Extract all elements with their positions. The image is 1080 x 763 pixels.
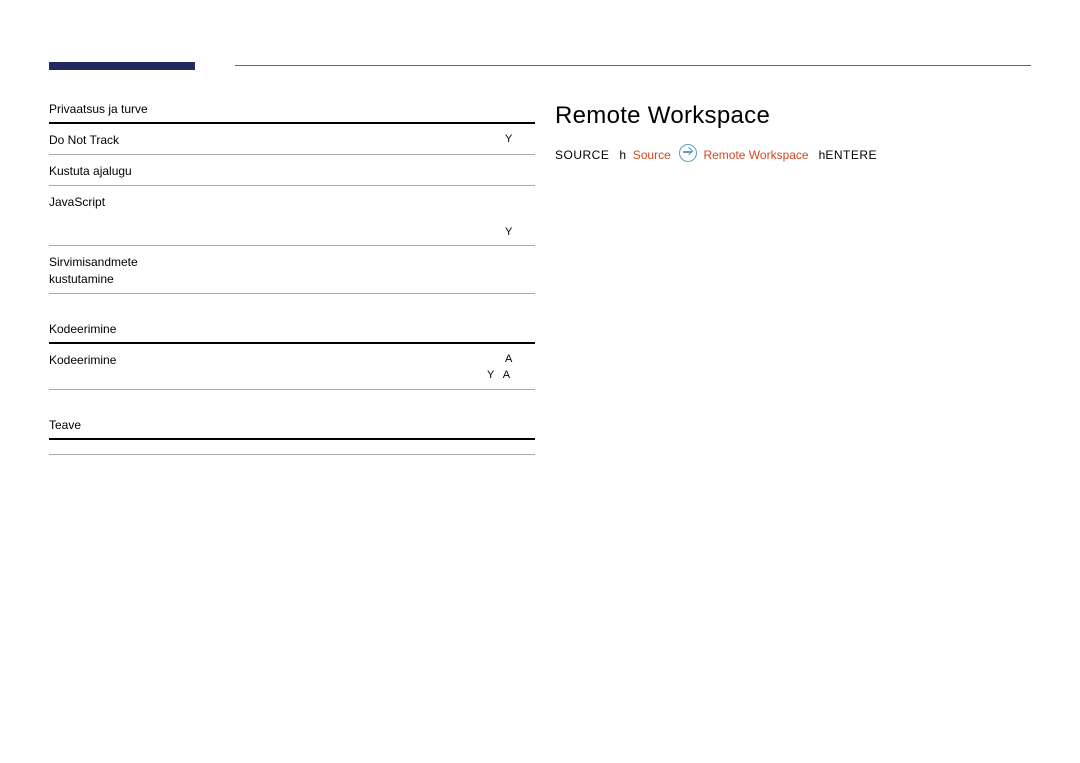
row-kodeerimine: Kodeerimine A Y A — [49, 344, 535, 390]
row-label: Kodeerimine — [49, 352, 227, 368]
row-value — [227, 194, 505, 210]
right-column: Remote Workspace SOURCE h Source Remote … — [555, 98, 1031, 455]
row-mark — [505, 194, 535, 210]
left-column: Privaatsus ja turve Do Not Track Y Kustu… — [49, 98, 535, 455]
source-label: SOURCE — [555, 148, 609, 162]
row-value — [227, 254, 505, 286]
row-label: Do Not Track — [49, 132, 227, 148]
arrow1: h — [619, 148, 626, 162]
row-about-empty — [49, 440, 535, 455]
row-javascript: JavaScript — [49, 186, 535, 216]
instruction-line: SOURCE h Source Remote Workspace hENTERE — [555, 144, 1031, 162]
row-label: JavaScript — [49, 194, 227, 210]
row-submark: Y A — [487, 368, 535, 383]
row-mark — [505, 254, 535, 286]
row-label: Kustuta ajalugu — [49, 163, 227, 179]
header-divider — [49, 62, 1031, 70]
row-label — [49, 225, 227, 240]
row-label: Sirvimisandmete kustutamine — [49, 254, 227, 286]
enter-label: ENTERE — [825, 148, 877, 162]
section-heading-encoding: Kodeerimine — [49, 318, 535, 344]
row-value — [227, 225, 505, 240]
remote-workspace-icon — [679, 144, 697, 162]
remote-red: Remote Workspace — [703, 148, 808, 162]
page-title: Remote Workspace — [555, 102, 1031, 130]
row-blank-y: Y — [49, 217, 535, 247]
row-mark — [505, 163, 535, 179]
row-value — [227, 132, 505, 148]
arrow-text2 — [812, 148, 819, 162]
source-red: Source — [633, 148, 671, 162]
header-accent-bar — [49, 62, 195, 70]
row-kustuta-ajalugu: Kustuta ajalugu — [49, 155, 535, 186]
row-mark: Y — [505, 132, 535, 148]
header-rule — [235, 65, 1031, 66]
row-mark: Y — [505, 225, 535, 240]
row-value — [227, 163, 505, 179]
row-mark: A — [505, 352, 535, 368]
section-heading-privacy: Privaatsus ja turve — [49, 98, 535, 124]
row-sirvimisandmete: Sirvimisandmete kustutamine — [49, 246, 535, 293]
section-heading-about: Teave — [49, 414, 535, 440]
row-sublabel — [49, 368, 227, 383]
row-value — [227, 352, 505, 368]
row-do-not-track: Do Not Track Y — [49, 124, 535, 155]
row-subvalue — [227, 368, 487, 383]
